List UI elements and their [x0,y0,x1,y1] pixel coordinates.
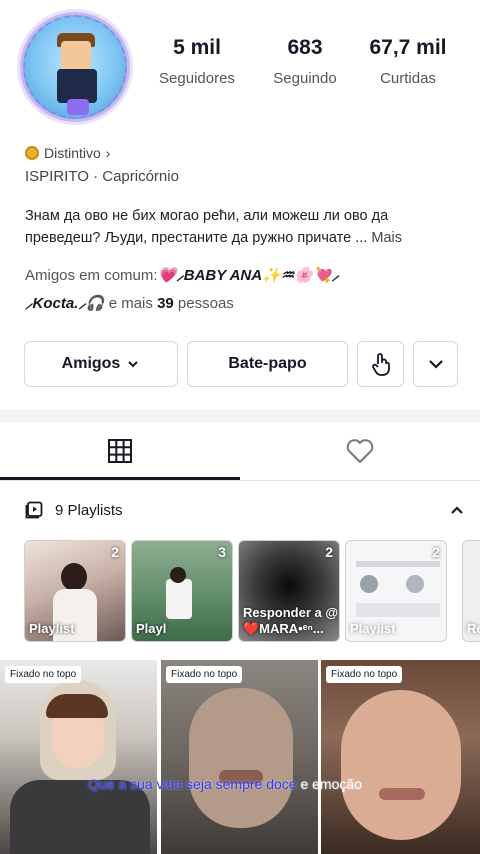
likes-count: 67,7 mil [369,36,447,59]
stat-following[interactable]: 683 Seguindo [250,36,360,87]
playlist-thumb-avatar [406,575,424,593]
more-options-button[interactable] [413,341,458,387]
playlist-video-count: 2 [111,544,119,560]
playlist-thumb-figure-head [170,567,186,583]
playlist-title: Re [467,621,480,636]
video-thumb-face [189,688,293,828]
mutual-prefix: Amigos em comum: [25,267,158,284]
playlist-video-count: 3 [218,544,226,560]
tab-liked[interactable] [240,422,480,480]
likes-label: Curtidas [380,70,436,87]
video-thumbnail[interactable]: Fixado no topo [161,660,318,854]
section-divider [0,410,480,422]
friends-button[interactable]: Amigos [24,341,178,387]
playlist-thumb-line [356,603,440,617]
hand-tap-icon [371,353,390,376]
mutual-friends[interactable]: Amigos em comum:💗⸝BABY ANA✨♒︎🌸💘⸝ ⸝Kocta.… [25,262,465,318]
video-thumb-hair [46,694,108,718]
pinned-badge: Fixado no topo [326,666,403,683]
pinned-badge: Fixado no topo [166,666,243,683]
friends-button-label: Amigos [61,355,121,372]
playlist-title: Responder a @❤️MARA•ᵉⁿ... [243,605,339,636]
chevron-right-icon: › [105,145,111,161]
chevron-down-icon [428,360,443,369]
profile-tabs [0,422,480,480]
playlists-count-label: 9 Playlists [55,501,123,519]
playlist-icon [25,501,43,519]
profile-avatar[interactable] [20,12,130,122]
mutual-more-count: 39 [157,295,174,312]
coin-badge-icon [25,146,39,160]
heart-outline-icon [346,439,374,463]
bio-text: Знам да ово не бих могао рећи, али можеш… [25,208,389,246]
caption-white-text: e emoção [296,776,362,792]
profile-bio: Знам да ово не бих могао рећи, али можеш… [25,205,465,249]
video-thumb-mouth [379,788,425,800]
video-thumbnail[interactable]: Fixado no topo [321,660,480,854]
playlist-card[interactable]: 2 Playlist [24,540,126,642]
profile-meta: ISPIRITO · Capricórnio [25,168,179,185]
mutual-more-suffix: pessoas [173,295,234,312]
avatar-figure-head [61,41,91,69]
badge-label: Distintivo [44,145,101,161]
grid-icon [108,439,132,463]
tab-videos[interactable] [0,422,240,480]
badge-link[interactable]: Distintivo › [25,145,110,161]
playlist-video-count: 2 [325,544,333,560]
video-thumbnail[interactable]: Fixado no topo [0,660,157,854]
following-label: Seguindo [273,70,337,87]
chevron-up-icon[interactable] [449,502,465,518]
playlist-thumb-figure [61,563,87,591]
playlist-thumb-line [356,561,440,567]
playlist-card[interactable]: Re [462,540,480,642]
following-count: 683 [287,36,323,59]
playlist-card[interactable]: 2 Playlist [345,540,447,642]
avatar-figure-body [57,69,97,103]
chevron-down-icon [128,361,139,368]
video-caption-overlay: Que a sua vida seja sempre doce e emoção [88,776,362,792]
playlist-card[interactable]: 3 Playl [131,540,233,642]
playlist-title: Playlist [350,621,396,636]
followers-count: 5 mil [173,36,221,59]
playlist-card[interactable]: 2 Responder a @❤️MARA•ᵉⁿ... [238,540,340,642]
mutual-friend-1[interactable]: 💗⸝BABY ANA✨♒︎🌸💘⸝ [158,267,340,284]
stat-followers[interactable]: 5 mil Seguidores [142,36,252,87]
playlists-header[interactable]: 9 Playlists [25,498,465,522]
video-thumb-face [341,690,461,840]
pinned-badge: Fixado no topo [5,666,82,683]
playlist-thumb-figure [166,579,192,619]
stat-likes[interactable]: 67,7 mil Curtidas [353,36,463,87]
tabs-border [0,480,480,481]
mutual-friend-2[interactable]: ⸝Kocta.⸝🎧 [25,295,105,312]
playlist-title: Playl [136,621,167,636]
playlist-video-count: 2 [432,544,440,560]
followers-label: Seguidores [159,70,235,87]
bio-more-link[interactable]: Mais [371,230,402,246]
caption-blue-text: Que a sua vida seja sempre doce [88,776,297,792]
tv-icon [67,99,89,115]
mutual-more-prefix: e mais [108,295,158,312]
poke-button[interactable] [357,341,404,387]
chat-button-label: Bate-papo [228,355,307,372]
playlist-thumb-avatar [360,575,378,593]
playlist-title: Playlist [29,621,75,636]
chat-button[interactable]: Bate-papo [187,341,348,387]
